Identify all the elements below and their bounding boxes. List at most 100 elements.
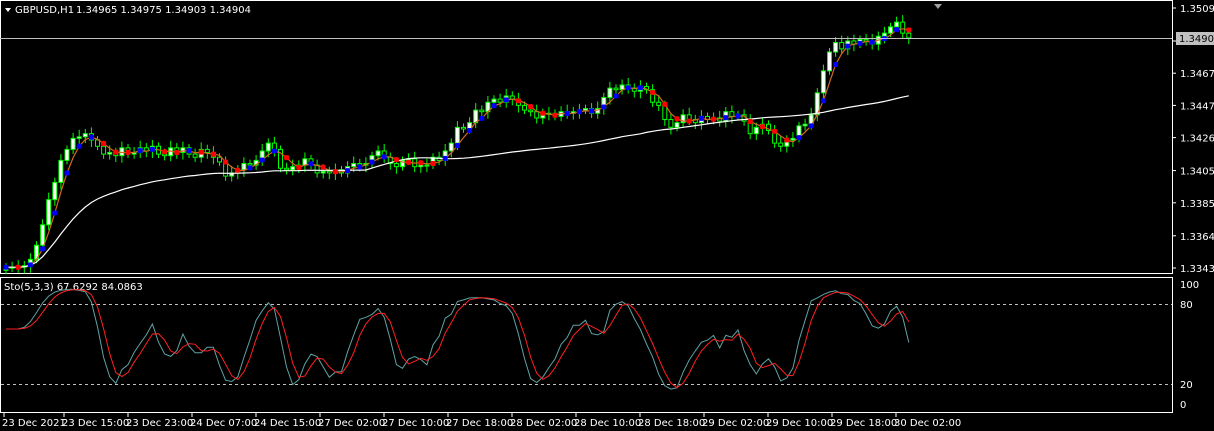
time-tick-label: 23 Dec 15:00 <box>62 418 129 429</box>
bull-candle <box>70 137 76 150</box>
bull-candle <box>64 148 70 161</box>
bull-candle <box>790 137 796 141</box>
trend-dot-up <box>345 168 351 174</box>
trend-dot-down <box>162 149 168 155</box>
bear-candle <box>247 163 253 166</box>
trend-dot-down <box>393 157 399 163</box>
trend-dot-up <box>820 98 826 104</box>
bear-candle <box>863 38 869 42</box>
bull-candle <box>454 126 460 144</box>
bear-candle <box>729 111 735 117</box>
trend-dot-down <box>759 124 765 130</box>
bull-candle <box>46 199 52 226</box>
bull-candle <box>375 150 381 157</box>
bull-candle <box>52 181 58 201</box>
bear-candle <box>217 156 222 163</box>
bear-candle <box>101 145 107 155</box>
sto-level-20: 20 <box>1180 380 1193 391</box>
ohlc-values: 1.34965 1.34975 1.34903 1.34904 <box>76 5 251 16</box>
symbol-label: GBPUSD,H1 <box>15 5 74 16</box>
time-tick-label: 27 Dec 10:00 <box>382 418 449 429</box>
trend-dot-down <box>540 110 546 116</box>
time-tick-label: 29 Dec 18:00 <box>830 418 897 429</box>
trend-dot-up <box>186 148 192 154</box>
price-tick-label: 1.34265 <box>1180 134 1214 145</box>
bull-candle <box>448 142 454 152</box>
bear-candle <box>284 167 290 171</box>
time-tick-label: 28 Dec 02:00 <box>510 418 577 429</box>
time-tick-label: 28 Dec 18:00 <box>638 418 705 429</box>
bear-candle <box>522 104 527 111</box>
trend-dot-up <box>735 113 741 119</box>
symbol-menu-icon[interactable] <box>5 8 11 12</box>
trend-dot-up <box>3 264 9 270</box>
trend-dot-down <box>747 119 753 125</box>
bear-candle <box>192 153 198 158</box>
trend-dot-up <box>369 159 375 165</box>
time-tick-label: 24 Dec 15:00 <box>254 418 321 429</box>
price-tick-label: 1.34055 <box>1180 167 1214 178</box>
trend-dot-up <box>796 135 802 141</box>
bear-candle <box>900 21 906 34</box>
trend-dot-down <box>662 101 668 107</box>
bull-candle <box>265 142 271 152</box>
bull-candle <box>119 147 125 157</box>
bear-candle <box>393 163 399 168</box>
bear-candle <box>656 101 662 106</box>
bear-candle <box>162 153 168 157</box>
current-price-value: 1.34904 <box>1179 34 1214 45</box>
bull-candle <box>607 87 613 99</box>
trend-dot-up <box>454 142 460 148</box>
shift-marker-icon[interactable] <box>934 4 942 9</box>
bull-candle <box>753 126 759 135</box>
bear-candle <box>326 170 332 174</box>
bull-candle <box>320 170 326 174</box>
time-tick-label: 27 Dec 18:00 <box>446 418 513 429</box>
price-tick-label: 1.34470 <box>1180 101 1214 112</box>
trend-dot-down <box>320 164 326 170</box>
trend-dot-up <box>27 262 33 268</box>
trend-dot-down <box>552 112 558 118</box>
sto-level-80: 80 <box>1180 300 1193 311</box>
bull-candle <box>833 42 839 53</box>
trend-dot-up <box>467 128 473 134</box>
time-axis[interactable]: 23 Dec 202123 Dec 15:0023 Dec 23:0024 De… <box>2 413 961 429</box>
trend-dot-down <box>15 264 21 270</box>
trend-dot-up <box>76 143 82 149</box>
trend-dot-up <box>52 210 58 216</box>
stochastic-frame <box>0 277 1173 413</box>
trend-dot-up <box>845 43 851 49</box>
bull-candle <box>418 164 424 168</box>
stochastic-label: Sto(5,3,3) 67.6292 84.0863 <box>4 282 143 293</box>
current-price-tag: 1.34904 <box>1176 32 1214 45</box>
trend-dot-up <box>247 165 253 171</box>
price-chart[interactable]: GBPUSD,H1 1.34965 1.34975 1.34903 1.3490… <box>0 0 1214 431</box>
bull-candle <box>894 21 900 28</box>
bull-candle <box>107 152 113 155</box>
trend-dot-down <box>784 137 790 143</box>
trend-dot-up <box>808 123 814 129</box>
trend-dot-down <box>125 150 131 156</box>
bull-candle <box>820 70 826 94</box>
bull-candle <box>40 224 46 246</box>
trend-dot-up <box>625 85 631 91</box>
bear-candle <box>668 119 674 128</box>
bear-candle <box>534 111 540 119</box>
trend-dot-down <box>174 150 180 156</box>
bear-candle <box>497 98 503 103</box>
bear-candle <box>479 109 485 113</box>
trend-dot-down <box>332 169 338 175</box>
trend-dot-down <box>210 151 216 157</box>
bull-candle <box>76 136 82 139</box>
bull-candle <box>82 133 88 138</box>
trend-dot-down <box>223 159 229 165</box>
trend-dot-down <box>418 160 424 166</box>
time-tick-label: 29 Dec 10:00 <box>766 418 833 429</box>
trend-dot-up <box>64 170 70 176</box>
bull-candle <box>827 51 832 72</box>
trend-dot-up <box>88 134 94 140</box>
price-tick-label: 1.33435 <box>1180 264 1214 275</box>
trend-dot-up <box>613 93 619 99</box>
trend-dot-up <box>698 115 704 121</box>
bear-candle <box>839 42 845 50</box>
